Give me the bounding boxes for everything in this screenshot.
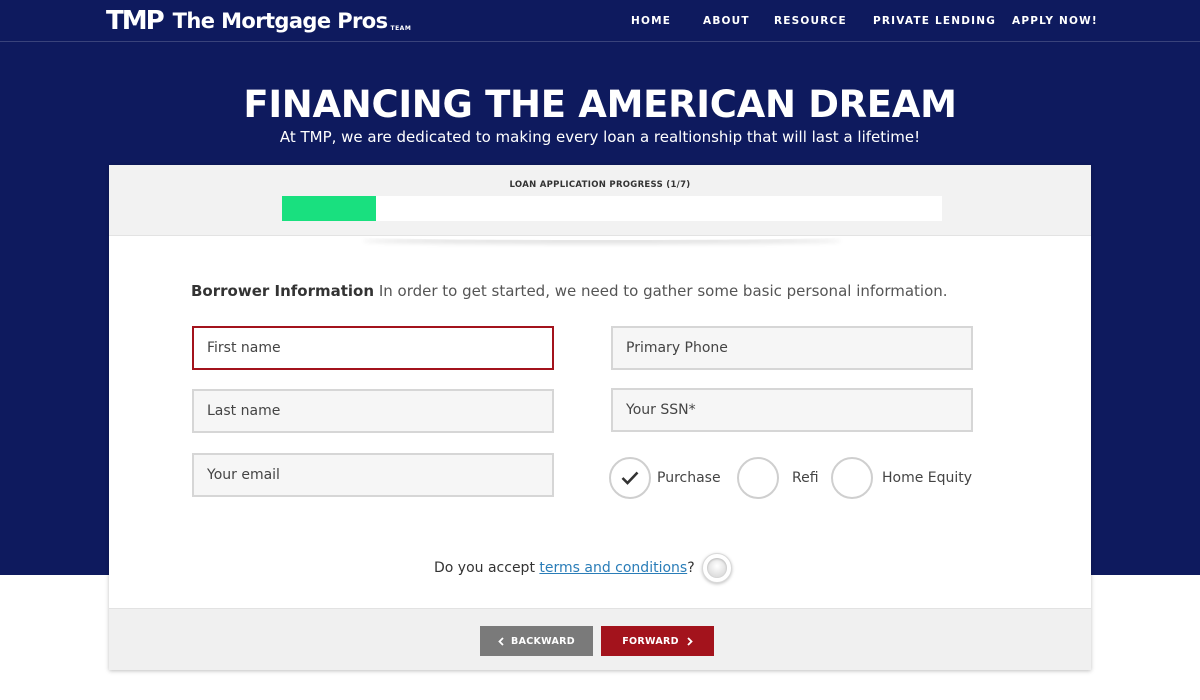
primary-phone-field[interactable] bbox=[611, 326, 973, 370]
nav-home[interactable]: HOME bbox=[631, 14, 671, 28]
loan-application-card: LOAN APPLICATION PROGRESS (1/7) Borrower… bbox=[109, 165, 1091, 670]
terms-accept-toggle[interactable] bbox=[702, 553, 732, 583]
chevron-right-icon bbox=[687, 636, 693, 646]
nav-private-lending[interactable]: PRIVATE LENDING bbox=[873, 14, 996, 28]
last-name-field[interactable] bbox=[192, 389, 554, 433]
terms-suffix: ? bbox=[687, 560, 695, 576]
form-footer: BACKWARD FORWARD bbox=[109, 608, 1091, 670]
hero-subline: At TMP, we are dedicated to making every… bbox=[279, 128, 921, 146]
loan-type-label: Purchase bbox=[657, 470, 721, 486]
terms-link[interactable]: terms and conditions bbox=[539, 560, 687, 576]
chevron-left-icon bbox=[498, 636, 504, 646]
radio-unchecked[interactable] bbox=[737, 457, 779, 499]
progress-shadow bbox=[362, 234, 842, 240]
terms-text: Do you accept terms and conditions? bbox=[434, 558, 695, 578]
loan-type-refi[interactable]: Refi bbox=[737, 457, 819, 499]
loan-type-label: Refi bbox=[792, 470, 819, 486]
loan-type-label: Home Equity bbox=[882, 470, 973, 486]
checkmark-icon bbox=[621, 471, 639, 485]
first-name-field[interactable] bbox=[192, 326, 554, 370]
forward-label: FORWARD bbox=[622, 635, 679, 647]
section-description: In order to get started, we need to gath… bbox=[378, 282, 948, 300]
section-heading: Borrower Information In order to get sta… bbox=[191, 281, 948, 301]
backward-label: BACKWARD bbox=[511, 635, 575, 647]
site-logo[interactable]: TMP The Mortgage Pros TEAM bbox=[106, 4, 411, 36]
backward-button[interactable]: BACKWARD bbox=[480, 626, 593, 656]
progress-bar bbox=[282, 196, 942, 221]
progress-label: LOAN APPLICATION PROGRESS (1/7) bbox=[509, 180, 691, 190]
radio-unchecked[interactable] bbox=[831, 457, 873, 499]
logo-name: The Mortgage Pros bbox=[172, 9, 388, 33]
terms-prefix: Do you accept bbox=[434, 560, 540, 576]
nav-about[interactable]: ABOUT bbox=[703, 14, 750, 28]
top-nav: TMP The Mortgage Pros TEAM HOME ABOUT RE… bbox=[0, 0, 1200, 42]
logo-mark: TMP bbox=[106, 6, 165, 36]
toggle-knob bbox=[707, 558, 727, 578]
forward-button[interactable]: FORWARD bbox=[601, 626, 714, 656]
ssn-field[interactable] bbox=[611, 388, 973, 432]
loan-type-purchase[interactable]: Purchase bbox=[609, 457, 721, 499]
nav-apply-now[interactable]: APPLY NOW! bbox=[1012, 14, 1098, 28]
terms-row: Do you accept terms and conditions? bbox=[109, 553, 1091, 583]
loan-type-home-equity[interactable]: Home Equity bbox=[831, 457, 972, 499]
section-title: Borrower Information bbox=[191, 282, 375, 300]
progress-section: LOAN APPLICATION PROGRESS (1/7) bbox=[109, 165, 1091, 236]
progress-bar-fill bbox=[282, 196, 377, 221]
nav-resource[interactable]: RESOURCE bbox=[774, 14, 847, 28]
radio-checked[interactable] bbox=[609, 457, 651, 499]
email-field[interactable] bbox=[192, 453, 554, 497]
logo-suffix: TEAM bbox=[390, 25, 412, 32]
hero-headline: FINANCING THE AMERICAN DREAM bbox=[243, 83, 957, 126]
